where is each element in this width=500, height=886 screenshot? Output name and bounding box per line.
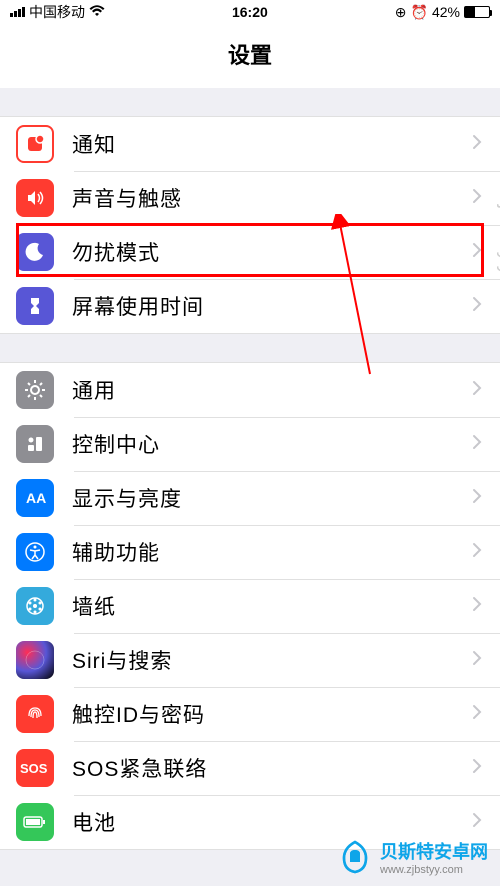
row-label: 显示与亮度 bbox=[54, 483, 472, 513]
touchid-icon bbox=[16, 695, 54, 733]
row-label: 声音与触感 bbox=[54, 183, 472, 213]
row-display[interactable]: AA 显示与亮度 bbox=[0, 471, 500, 525]
svg-text:AA: AA bbox=[26, 490, 46, 506]
page-title: 设置 bbox=[0, 24, 500, 88]
battery-icon bbox=[464, 6, 490, 18]
settings-group-1: 通知 声音与触感 勿扰模式 屏幕使用时间 bbox=[0, 116, 500, 334]
row-label: 电池 bbox=[54, 807, 472, 837]
row-label: 屏幕使用时间 bbox=[54, 291, 472, 321]
wallpaper-icon bbox=[16, 587, 54, 625]
chevron-right-icon bbox=[472, 434, 500, 455]
row-label: 墙纸 bbox=[54, 591, 472, 621]
row-wallpaper[interactable]: 墙纸 bbox=[0, 579, 500, 633]
chevron-right-icon bbox=[472, 242, 500, 263]
row-general[interactable]: 通用 bbox=[0, 363, 500, 417]
status-bar: 中国移动 16:20 ⊕ ⏰ 42% bbox=[0, 0, 500, 24]
accessibility-icon bbox=[16, 533, 54, 571]
row-sound[interactable]: 声音与触感 bbox=[0, 171, 500, 225]
sos-icon: SOS bbox=[16, 749, 54, 787]
chevron-right-icon bbox=[472, 188, 500, 209]
display-icon: AA bbox=[16, 479, 54, 517]
row-label: 通用 bbox=[54, 375, 472, 405]
chevron-right-icon bbox=[472, 758, 500, 779]
signal-icon bbox=[10, 7, 25, 17]
wifi-icon bbox=[89, 4, 105, 20]
row-sos[interactable]: SOS SOS紧急联络 bbox=[0, 741, 500, 795]
notification-icon bbox=[16, 125, 54, 163]
row-label: 勿扰模式 bbox=[54, 237, 472, 267]
chevron-right-icon bbox=[472, 488, 500, 509]
sound-icon bbox=[16, 179, 54, 217]
svg-text:SOS: SOS bbox=[20, 761, 48, 776]
chevron-right-icon bbox=[472, 134, 500, 155]
row-label: 辅助功能 bbox=[54, 537, 472, 567]
alarm-icon: ⏰ bbox=[411, 4, 428, 21]
control-center-icon bbox=[16, 425, 54, 463]
battery-row-icon bbox=[16, 803, 54, 841]
settings-group-2: 通用 控制中心 AA 显示与亮度 辅助功能 墙纸 Siri与搜索 bbox=[0, 362, 500, 850]
chevron-right-icon bbox=[472, 704, 500, 725]
row-dnd[interactable]: 勿扰模式 bbox=[0, 225, 500, 279]
general-icon bbox=[16, 371, 54, 409]
carrier-label: 中国移动 bbox=[29, 2, 85, 22]
chevron-right-icon bbox=[472, 542, 500, 563]
row-accessibility[interactable]: 辅助功能 bbox=[0, 525, 500, 579]
row-label: Siri与搜索 bbox=[54, 645, 472, 675]
row-control-center[interactable]: 控制中心 bbox=[0, 417, 500, 471]
dnd-icon bbox=[16, 233, 54, 271]
status-left: 中国移动 bbox=[10, 2, 105, 22]
row-notification[interactable]: 通知 bbox=[0, 117, 500, 171]
row-label: 触控ID与密码 bbox=[54, 699, 472, 729]
row-siri[interactable]: Siri与搜索 bbox=[0, 633, 500, 687]
row-battery[interactable]: 电池 bbox=[0, 795, 500, 849]
row-label: 控制中心 bbox=[54, 429, 472, 459]
row-label: SOS紧急联络 bbox=[54, 753, 472, 783]
status-right: ⊕ ⏰ 42% bbox=[395, 4, 490, 21]
rotation-lock-icon: ⊕ bbox=[395, 4, 407, 21]
battery-text: 42% bbox=[432, 4, 460, 20]
chevron-right-icon bbox=[472, 596, 500, 617]
chevron-right-icon bbox=[472, 812, 500, 833]
row-touchid[interactable]: 触控ID与密码 bbox=[0, 687, 500, 741]
row-label: 通知 bbox=[54, 129, 472, 159]
clock: 16:20 bbox=[232, 4, 268, 20]
screentime-icon bbox=[16, 287, 54, 325]
chevron-right-icon bbox=[472, 296, 500, 317]
chevron-right-icon bbox=[472, 650, 500, 671]
logo-url: www.zjbstyy.com bbox=[380, 864, 488, 876]
siri-icon bbox=[16, 641, 54, 679]
row-screentime[interactable]: 屏幕使用时间 bbox=[0, 279, 500, 333]
chevron-right-icon bbox=[472, 380, 500, 401]
